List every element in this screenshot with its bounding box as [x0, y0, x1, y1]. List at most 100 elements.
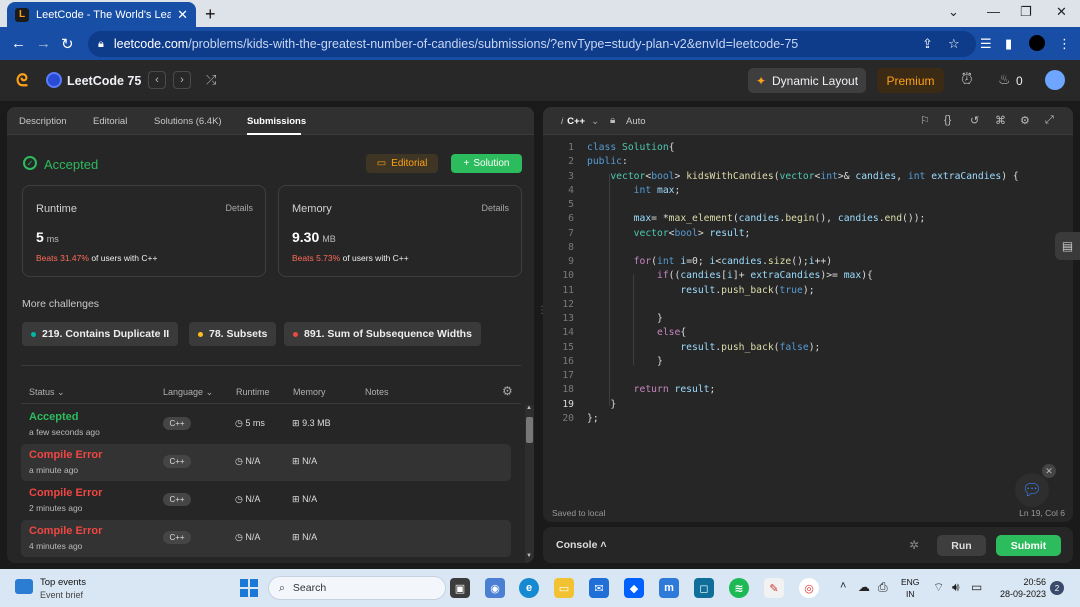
- shortcuts-icon[interactable]: ⌘: [995, 114, 1006, 127]
- code-line[interactable]: 1 class Solution{: [543, 141, 1073, 155]
- chevron-down-icon[interactable]: ⌄: [948, 4, 959, 20]
- code-text[interactable]: vector<bool> kidsWithCandies(vector<int>…: [587, 170, 1018, 184]
- scrollbar-thumb[interactable]: [526, 417, 533, 443]
- address-bar[interactable]: 🔒︎ leetcode.com/problems/kids-with-the-g…: [88, 31, 976, 57]
- wifi-icon[interactable]: ⌔: [933, 580, 944, 595]
- code-line[interactable]: 12: [543, 298, 1073, 312]
- mydy-app-icon[interactable]: m: [659, 578, 679, 598]
- code-text[interactable]: }: [587, 355, 663, 369]
- code-line[interactable]: 11 result.push_back(true);: [543, 284, 1073, 298]
- task-view-icon[interactable]: ▣: [450, 578, 470, 598]
- code-text[interactable]: max= *max_element(candies.begin(), candi…: [587, 212, 926, 226]
- chevron-up-icon[interactable]: ˄: [840, 580, 846, 592]
- code-line[interactable]: 6 max= *max_element(candies.begin(), can…: [543, 212, 1073, 226]
- close-window-icon[interactable]: ✕: [1056, 4, 1067, 20]
- code-text[interactable]: return result;: [587, 383, 716, 397]
- auto-mode-label[interactable]: Auto: [626, 116, 646, 127]
- tab-editorial[interactable]: Editorial: [93, 116, 127, 127]
- timer-icon[interactable]: ⏰︎: [961, 71, 973, 88]
- tab-description[interactable]: Description: [19, 116, 67, 127]
- code-line[interactable]: 5: [543, 198, 1073, 212]
- row-status[interactable]: Compile Error: [29, 449, 102, 461]
- spotify-icon[interactable]: ≋: [729, 578, 749, 598]
- scroll-up-icon[interactable]: ▲: [526, 405, 532, 411]
- row-status[interactable]: Compile Error: [29, 487, 102, 499]
- row-status[interactable]: Compile Error: [29, 525, 102, 537]
- share-icon[interactable]: ⇪: [922, 36, 933, 52]
- code-line[interactable]: 17: [543, 369, 1073, 383]
- submit-button[interactable]: Submit: [996, 535, 1061, 556]
- code-line[interactable]: 9 for(int i=0; i<candies.size();i++): [543, 255, 1073, 269]
- challenge-chip[interactable]: 219. Contains Duplicate II: [22, 322, 179, 346]
- chat-bubble-icon[interactable]: 💬︎: [1015, 473, 1049, 507]
- avatar[interactable]: [1045, 70, 1065, 90]
- leetcode-logo-icon[interactable]: ᘓ: [16, 71, 28, 91]
- scroll-down-icon[interactable]: ▼: [526, 553, 532, 559]
- premium-button[interactable]: Premium: [877, 68, 944, 93]
- code-line[interactable]: 2 public:: [543, 155, 1073, 169]
- prev-problem-button[interactable]: ‹: [148, 71, 166, 89]
- back-icon[interactable]: ←: [11, 35, 26, 52]
- study-plan-title[interactable]: LeetCode 75: [67, 74, 141, 88]
- tab-submissions[interactable]: Submissions: [247, 116, 306, 127]
- dropbox-icon[interactable]: ◆: [624, 578, 644, 598]
- code-area[interactable]: 1 class Solution{2 public: 3 vector<bool> k…: [543, 141, 1073, 426]
- battery-icon[interactable]: ▭: [971, 580, 982, 594]
- bookmark-icon[interactable]: ⚐: [920, 114, 930, 127]
- profile-icon[interactable]: [1029, 35, 1045, 51]
- editorial-button[interactable]: ▭ Editorial: [366, 154, 438, 173]
- code-line[interactable]: 18 return result;: [543, 383, 1073, 397]
- code-line[interactable]: 16 }: [543, 355, 1073, 369]
- onedrive-icon[interactable]: ☁: [858, 580, 870, 594]
- table-row[interactable]: Compile Error a minute ago C++ ◷ N/A ⊞ N…: [21, 444, 511, 481]
- code-line[interactable]: 15 result.push_back(false);: [543, 341, 1073, 355]
- memory-details-link[interactable]: Details: [481, 203, 509, 213]
- widget-title[interactable]: Top events: [40, 577, 86, 588]
- code-text[interactable]: else{: [587, 326, 686, 340]
- forward-icon[interactable]: →: [36, 35, 51, 52]
- code-text[interactable]: for(int i=0; i<candies.size();i++): [587, 255, 832, 269]
- solution-button[interactable]: + Solution: [451, 154, 522, 173]
- table-row[interactable]: Compile Error 2 minutes ago C++ ◷ N/A ⊞ …: [21, 482, 511, 519]
- code-line[interactable]: 20};: [543, 412, 1073, 426]
- language-select[interactable]: i C++ ⌄: [561, 116, 599, 127]
- minimize-icon[interactable]: —: [987, 4, 1000, 19]
- settings-gear-icon[interactable]: ⚙: [1020, 114, 1030, 127]
- challenge-chip[interactable]: 891. Sum of Subsequence Widths: [284, 322, 481, 346]
- debugger-icon[interactable]: ✲: [909, 538, 919, 552]
- meet-icon[interactable]: ◉: [485, 578, 505, 598]
- challenge-chip[interactable]: 78. Subsets: [189, 322, 277, 346]
- code-text[interactable]: int max;: [587, 184, 681, 198]
- streak-fire-icon[interactable]: ♨: [998, 71, 1011, 88]
- side-panel-icon[interactable]: ▮: [1005, 36, 1012, 52]
- file-explorer-icon[interactable]: ▭: [554, 578, 574, 598]
- printer-icon[interactable]: ⎙: [878, 580, 888, 595]
- close-tab-icon[interactable]: ✕: [177, 7, 188, 23]
- code-text[interactable]: result.push_back(true);: [587, 284, 814, 298]
- app-icon[interactable]: ◻: [694, 578, 714, 598]
- code-text[interactable]: }: [587, 312, 663, 326]
- status-column-header[interactable]: Status ⌄: [29, 387, 65, 398]
- reading-list-icon[interactable]: ☰: [980, 36, 992, 52]
- code-text[interactable]: vector<bool> result;: [587, 227, 751, 241]
- browser-tab[interactable]: L LeetCode - The World's Leading ✕: [7, 2, 196, 27]
- row-status[interactable]: Accepted: [29, 411, 79, 423]
- news-widget-icon[interactable]: [15, 579, 33, 594]
- windows-start-icon[interactable]: [240, 579, 258, 597]
- notification-badge[interactable]: 2: [1050, 581, 1064, 595]
- code-text[interactable]: class Solution{: [587, 141, 675, 155]
- paint-icon[interactable]: ✎: [764, 578, 784, 598]
- settings-gear-icon[interactable]: ⚙: [502, 384, 513, 398]
- next-problem-button[interactable]: ›: [173, 71, 191, 89]
- system-clock[interactable]: 20:56 28-09-2023: [992, 576, 1046, 600]
- scrollbar[interactable]: ▲ ▼: [525, 405, 534, 563]
- code-text[interactable]: if((candies[i]+ extraCandies)>= max){: [587, 269, 873, 283]
- table-row[interactable]: Accepted a few seconds ago C++ ◷ 5 ms ⊞ …: [21, 406, 511, 443]
- reload-icon[interactable]: ↻: [61, 35, 74, 53]
- language-indicator[interactable]: ENG IN: [901, 576, 919, 600]
- notes-document-icon[interactable]: ▤: [1055, 232, 1080, 260]
- fullscreen-icon[interactable]: ⤢: [1045, 114, 1054, 127]
- code-line[interactable]: 3 vector<bool> kidsWithCandies(vector<in…: [543, 170, 1073, 184]
- code-line[interactable]: 7 vector<bool> result;: [543, 227, 1073, 241]
- bookmark-star-icon[interactable]: ☆: [948, 36, 960, 52]
